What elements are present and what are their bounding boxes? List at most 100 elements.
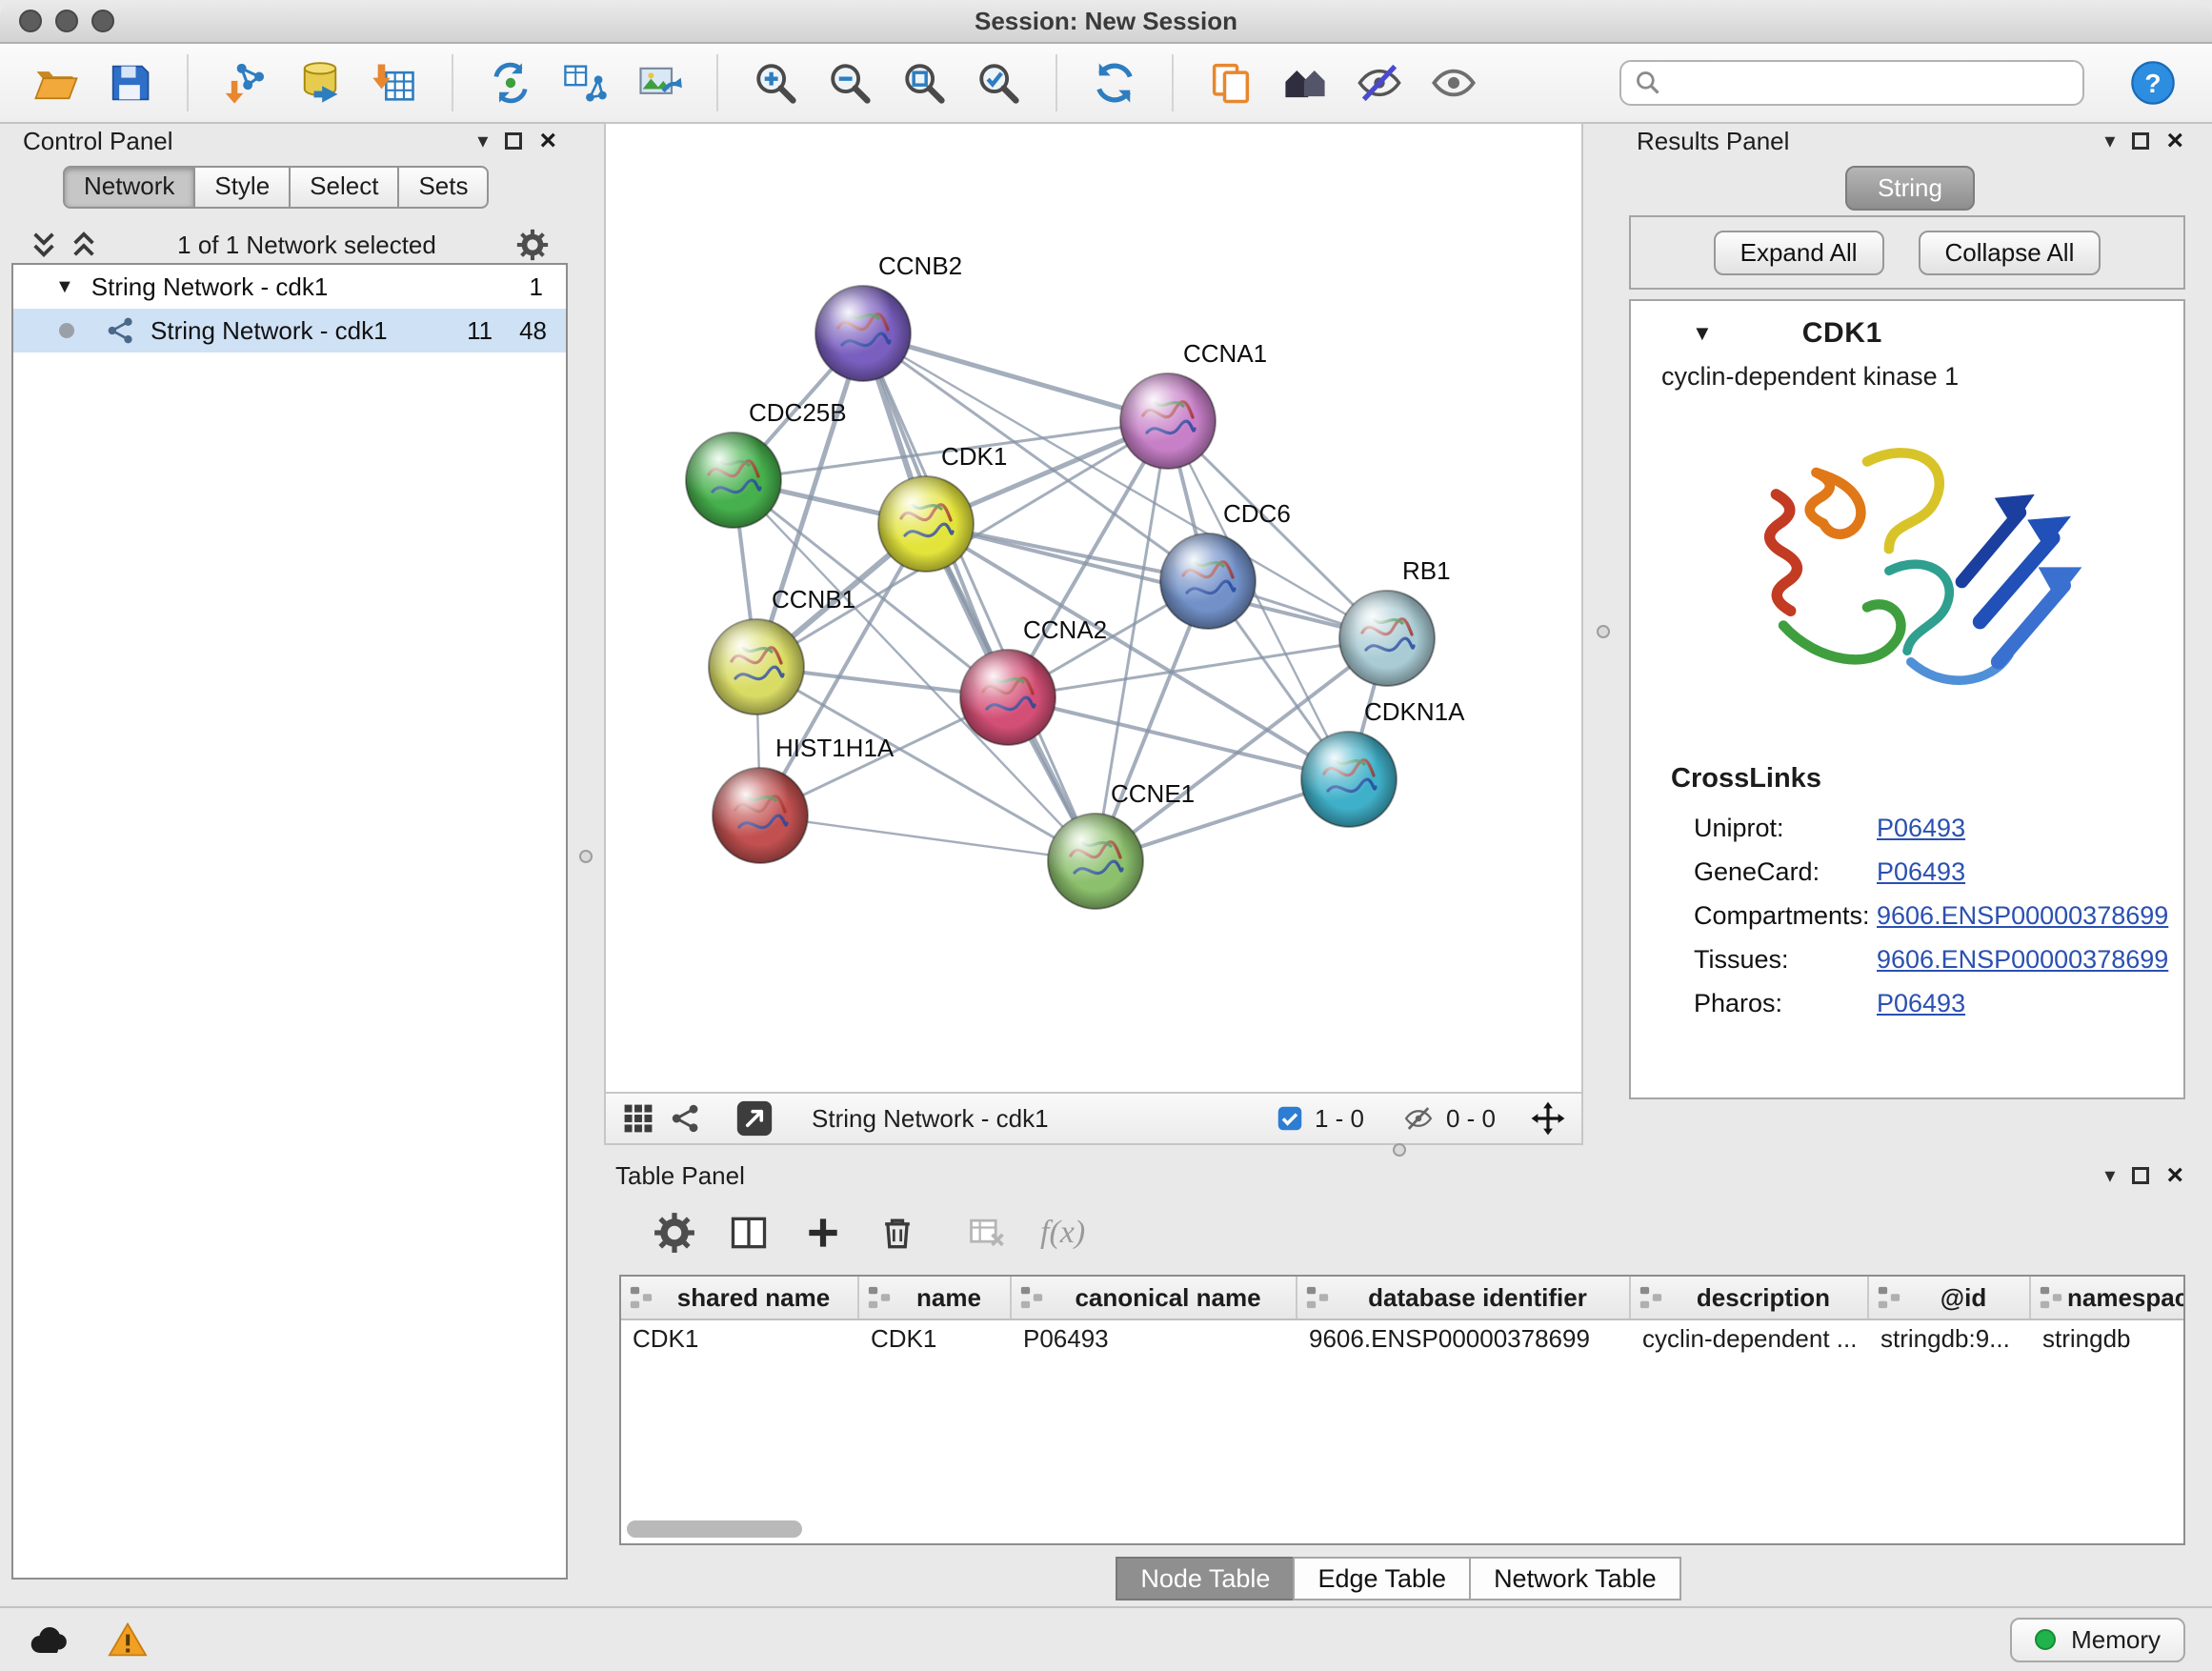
results-panel-float-button[interactable]	[2132, 132, 2149, 150]
crosslink-value-link[interactable]: 9606.ENSP00000378699	[1877, 945, 2168, 975]
network-from-table-button[interactable]	[556, 54, 613, 111]
tab-style[interactable]: Style	[193, 166, 291, 209]
crosslink-value-link[interactable]: P06493	[1877, 814, 1965, 843]
collapse-gene-icon[interactable]: ▼	[1692, 321, 1713, 346]
network-options-gear-icon[interactable]	[516, 229, 549, 261]
hidden-eye-slash-icon[interactable]	[1402, 1104, 1435, 1133]
table-settings-gear-icon[interactable]	[654, 1212, 695, 1254]
add-column-icon[interactable]	[802, 1212, 844, 1254]
crosslink-value-link[interactable]: P06493	[1877, 857, 1965, 887]
column-header-description[interactable]: description	[1631, 1277, 1869, 1319]
save-session-button[interactable]	[101, 54, 158, 111]
warning-icon[interactable]	[107, 1621, 149, 1659]
crosslink-value-link[interactable]: P06493	[1877, 989, 1965, 1018]
node-CCNA2[interactable]	[960, 650, 1056, 745]
control-panel-float-button[interactable]	[505, 132, 522, 150]
edge-CCNB2-CCNE1[interactable]	[863, 333, 1096, 861]
node-CCNA1[interactable]	[1120, 373, 1216, 469]
column-header-shared-name[interactable]: shared name	[621, 1277, 859, 1319]
hide-details-button[interactable]	[1351, 54, 1408, 111]
pan-crosshair-icon[interactable]	[1530, 1100, 1566, 1137]
table-cell[interactable]: CDK1	[621, 1320, 859, 1359]
network-collection-row[interactable]: ▼ String Network - cdk1 1	[13, 265, 566, 309]
column-header-canonical-name[interactable]: canonical name	[1012, 1277, 1297, 1319]
grid-view-icon[interactable]	[621, 1101, 655, 1136]
open-session-button[interactable]	[27, 54, 84, 111]
table-panel-menu-button[interactable]: ▾	[2104, 1165, 2115, 1186]
node-CCNB1[interactable]	[709, 619, 804, 715]
column-header-namespace[interactable]: namespace	[2031, 1277, 2185, 1319]
tab-sets[interactable]: Sets	[397, 166, 489, 209]
column-header-database-identifier[interactable]: database identifier	[1297, 1277, 1631, 1319]
detach-view-button[interactable]	[735, 1099, 774, 1137]
new-network-button[interactable]	[482, 54, 539, 111]
tab-network-table[interactable]: Network Table	[1469, 1557, 1681, 1601]
node-RB1[interactable]	[1339, 591, 1435, 686]
show-details-button[interactable]	[1425, 54, 1482, 111]
bottom-splitter-handle[interactable]	[1393, 1143, 1406, 1157]
selected-checkbox-icon[interactable]	[1277, 1105, 1303, 1132]
table-panel-close-button[interactable]: ×	[2166, 1161, 2183, 1190]
edge-CDK1-RB1[interactable]	[926, 524, 1387, 638]
tab-network[interactable]: Network	[63, 166, 195, 209]
collapse-all-networks-icon[interactable]	[70, 231, 97, 259]
node-CDC25B[interactable]	[686, 433, 781, 528]
documents-button[interactable]	[1202, 54, 1259, 111]
table-cell[interactable]: cyclin-dependent ...	[1631, 1320, 1869, 1359]
crosslink-value-link[interactable]: 9606.ENSP00000378699	[1877, 901, 2168, 931]
column-header-name[interactable]: name	[859, 1277, 1012, 1319]
table-cell[interactable]: 9606.ENSP00000378699	[1297, 1320, 1631, 1359]
table-row[interactable]: CDK1CDK1P064939606.ENSP00000378699cyclin…	[621, 1320, 2183, 1359]
search-box[interactable]	[1619, 60, 2084, 106]
import-network-database-button[interactable]	[292, 54, 349, 111]
node-CDC6[interactable]	[1160, 534, 1256, 629]
zoom-selected-button[interactable]	[970, 54, 1027, 111]
control-panel-menu-button[interactable]: ▾	[477, 131, 488, 151]
tab-node-table[interactable]: Node Table	[1116, 1557, 1295, 1601]
show-columns-icon[interactable]	[728, 1212, 770, 1254]
gene-card-header[interactable]: ▼ CDK1	[1631, 311, 2183, 356]
node-CCNB2[interactable]	[815, 286, 911, 381]
import-table-button[interactable]	[366, 54, 423, 111]
edge-HIST1H1A-CCNE1[interactable]	[760, 815, 1096, 861]
tab-string[interactable]: String	[1845, 166, 1975, 211]
zoom-out-button[interactable]	[821, 54, 878, 111]
network-row-selected[interactable]: String Network - cdk1 11 48	[13, 309, 566, 352]
expand-all-networks-icon[interactable]	[30, 231, 57, 259]
table-horizontal-scrollbar[interactable]	[627, 1520, 2178, 1538]
export-image-button[interactable]	[631, 54, 688, 111]
left-splitter-handle[interactable]	[579, 850, 593, 863]
node-CDK1[interactable]	[878, 476, 974, 572]
network-search-input[interactable]	[1671, 67, 2069, 100]
control-panel-close-button[interactable]: ×	[539, 127, 556, 155]
delete-column-icon[interactable]	[876, 1212, 918, 1254]
table-cell[interactable]: P06493	[1012, 1320, 1297, 1359]
expand-all-button[interactable]: Expand All	[1714, 231, 1884, 275]
window-zoom-button[interactable]	[91, 10, 114, 32]
homes-button[interactable]	[1277, 54, 1334, 111]
collapse-all-button[interactable]: Collapse All	[1919, 231, 2101, 275]
tab-select[interactable]: Select	[289, 166, 399, 209]
column-header-@id[interactable]: @id	[1869, 1277, 2031, 1319]
apply-layout-button[interactable]	[1086, 54, 1143, 111]
zoom-fit-button[interactable]	[895, 54, 953, 111]
node-HIST1H1A[interactable]	[713, 768, 808, 863]
network-graph[interactable]: CCNB2CCNA1CDC25BCDK1CDC6RB1CCNB1CCNA2CDK…	[606, 124, 1581, 1092]
table-cell[interactable]: stringdb	[2031, 1320, 2185, 1359]
node-CCNE1[interactable]	[1048, 814, 1143, 909]
table-cell[interactable]: stringdb:9...	[1869, 1320, 2031, 1359]
help-button[interactable]: ?	[2124, 54, 2182, 111]
network-canvas[interactable]: CCNB2CCNA1CDC25BCDK1CDC6RB1CCNB1CCNA2CDK…	[604, 122, 1583, 1094]
cloud-status-icon[interactable]	[27, 1621, 72, 1659]
table-cell[interactable]: CDK1	[859, 1320, 1012, 1359]
network-view-icon[interactable]	[671, 1103, 701, 1134]
window-close-button[interactable]	[19, 10, 42, 32]
node-CDKN1A[interactable]	[1301, 732, 1397, 827]
tab-edge-table[interactable]: Edge Table	[1293, 1557, 1471, 1601]
collection-expand-icon[interactable]: ▼	[55, 276, 74, 298]
window-minimize-button[interactable]	[55, 10, 78, 32]
scrollbar-thumb[interactable]	[627, 1520, 802, 1538]
results-panel-close-button[interactable]: ×	[2166, 127, 2183, 155]
table-panel-float-button[interactable]	[2132, 1167, 2149, 1184]
results-panel-menu-button[interactable]: ▾	[2104, 131, 2115, 151]
